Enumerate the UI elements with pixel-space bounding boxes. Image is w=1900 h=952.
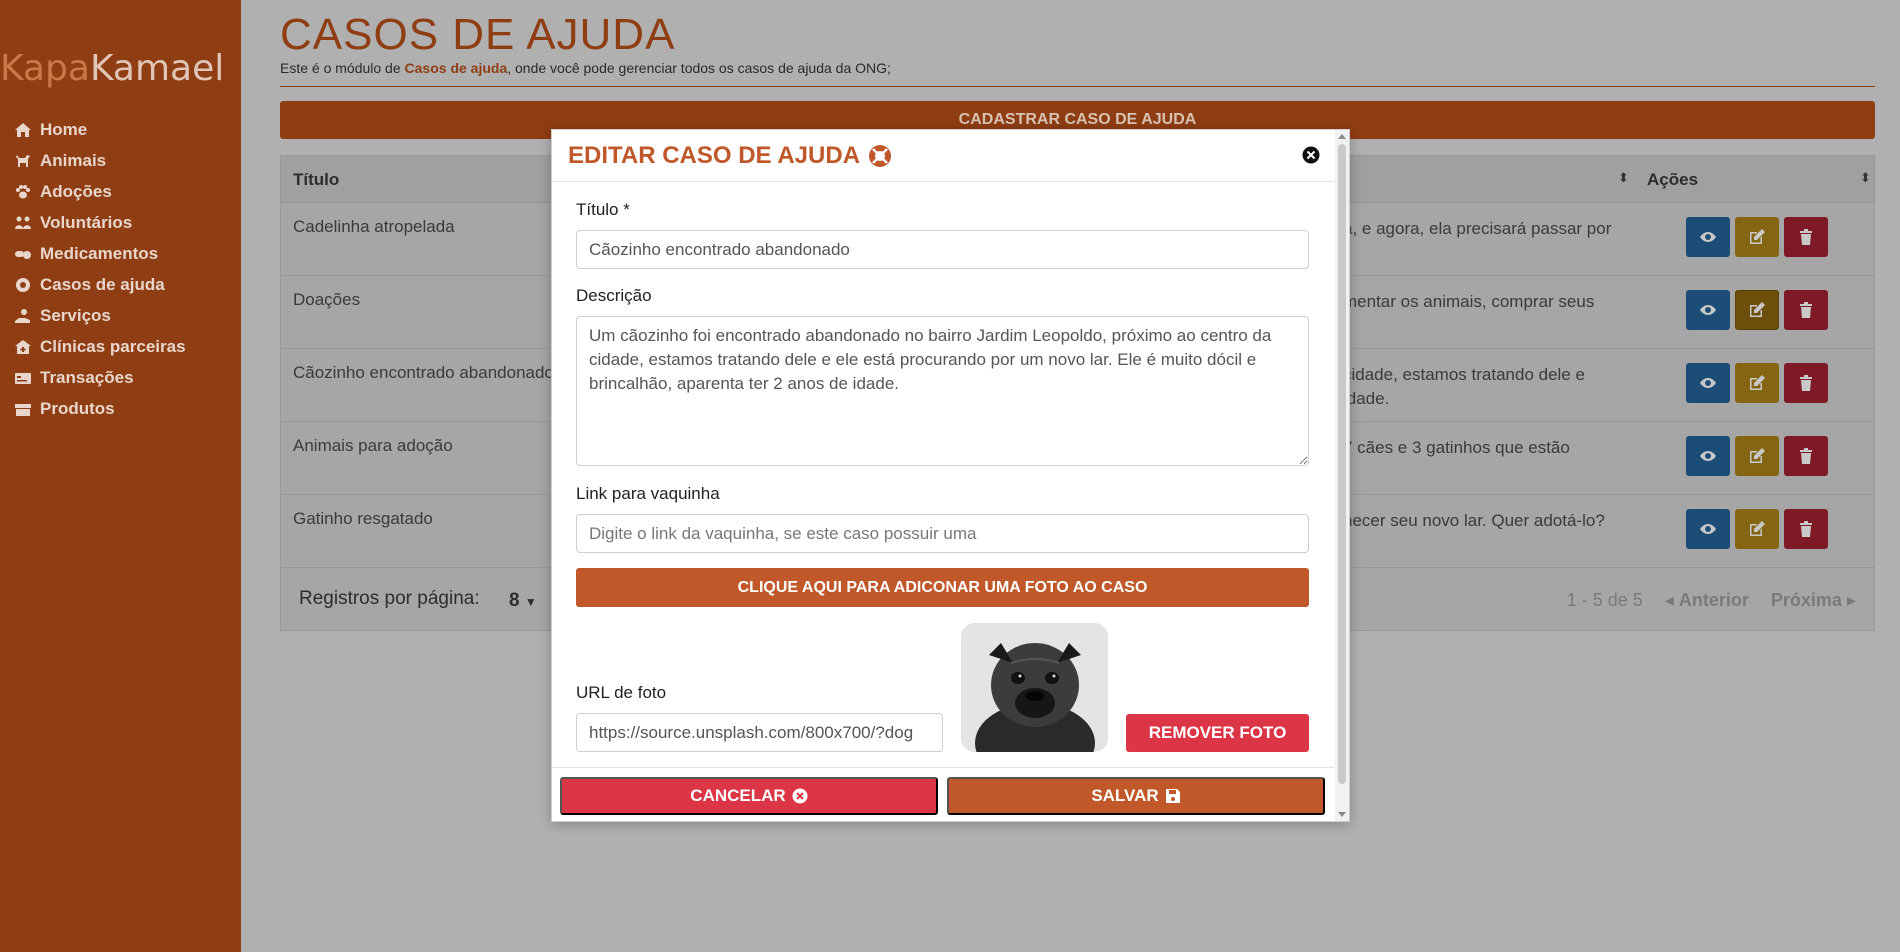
sidebar-item-label: Home [40,119,88,139]
sidebar-item-clinicas-parceiras[interactable]: Clínicas parceiras [12,331,186,362]
save-button[interactable]: SALVAR [947,777,1325,815]
scroll-up-arrow[interactable] [1338,134,1346,139]
close-icon[interactable] [1302,146,1320,164]
sidebar-nav: Home Animais Adoções Voluntários Medicam… [12,114,186,424]
remove-photo-button[interactable]: REMOVER FOTO [1126,714,1309,752]
pills-icon [12,246,34,262]
card-icon [12,370,34,386]
sidebar-item-label: Serviços [40,305,111,325]
modal-title: EDITAR CASO DE AJUDA [568,142,892,170]
sidebar-item-casos-de-ajuda[interactable]: Casos de ajuda [12,269,186,300]
floppy-disk-icon [1165,789,1180,803]
fundraiser-link-input[interactable] [576,514,1309,553]
sidebar-item-adocoes[interactable]: Adoções [12,176,186,207]
modal-scrollbar[interactable] [1335,130,1349,821]
title-label: Título * [576,200,630,219]
photo-url-input[interactable] [576,713,943,752]
scroll-thumb[interactable] [1338,144,1346,784]
cancel-button[interactable]: CANCELAR [560,777,938,815]
sidebar-item-medicamentos[interactable]: Medicamentos [12,238,186,269]
modal-footer: CANCELAR SALVAR [552,767,1334,823]
sidebar-item-voluntarios[interactable]: Voluntários [12,207,186,238]
sidebar-item-label: Animais [40,150,107,170]
sidebar-item-label: Voluntários [40,212,133,232]
sidebar-item-servicos[interactable]: Serviços [12,300,186,331]
brand-part2: Kamael [89,48,225,89]
close-circle-icon [792,788,808,804]
sidebar-item-animais[interactable]: Animais [12,145,186,176]
sidebar-item-label: Produtos [40,398,115,418]
brand-logo[interactable]: KapaKamael [0,48,224,89]
hand-icon [12,308,34,324]
fundraiser-link-label: Link para vaquinha [576,484,720,503]
sidebar-item-home[interactable]: Home [12,114,186,145]
home-icon [12,122,34,138]
case-photo [961,623,1108,752]
people-icon [12,215,34,231]
life-ring-icon [12,277,34,293]
description-textarea[interactable]: Um cãozinho foi encontrado abandonado no… [576,316,1309,466]
sidebar-item-label: Adoções [40,181,112,201]
modal-title-text: EDITAR CASO DE AJUDA [568,142,861,169]
paw-icon [12,184,34,200]
scroll-down-arrow[interactable] [1338,812,1346,817]
sidebar-item-label: Clínicas parceiras [40,336,186,356]
sidebar-item-produtos[interactable]: Produtos [12,393,186,424]
title-input[interactable] [576,230,1309,269]
sidebar-item-label: Casos de ajuda [40,274,165,294]
sidebar-item-transacoes[interactable]: Transações [12,362,186,393]
sidebar: KapaKamael Home Animais Adoções Voluntár… [0,0,241,952]
cancel-label: CANCELAR [690,786,786,805]
boxes-icon [12,401,34,417]
sidebar-item-label: Medicamentos [40,243,159,263]
sidebar-item-label: Transações [40,367,134,387]
modal-header: EDITAR CASO DE AJUDA [552,130,1334,182]
description-label: Descrição [576,286,652,305]
edit-case-modal: EDITAR CASO DE AJUDA Título * Descrição … [551,129,1350,822]
pug-photo [961,623,1108,752]
save-label: SALVAR [1091,786,1159,805]
add-photo-button[interactable]: CLIQUE AQUI PARA ADICONAR UMA FOTO AO CA… [576,568,1309,607]
dog-icon [12,153,34,169]
photo-url-label: URL de foto [576,683,667,702]
brand-part1: Kapa [0,48,90,89]
life-ring-icon [869,145,892,167]
clinic-icon [12,339,34,355]
